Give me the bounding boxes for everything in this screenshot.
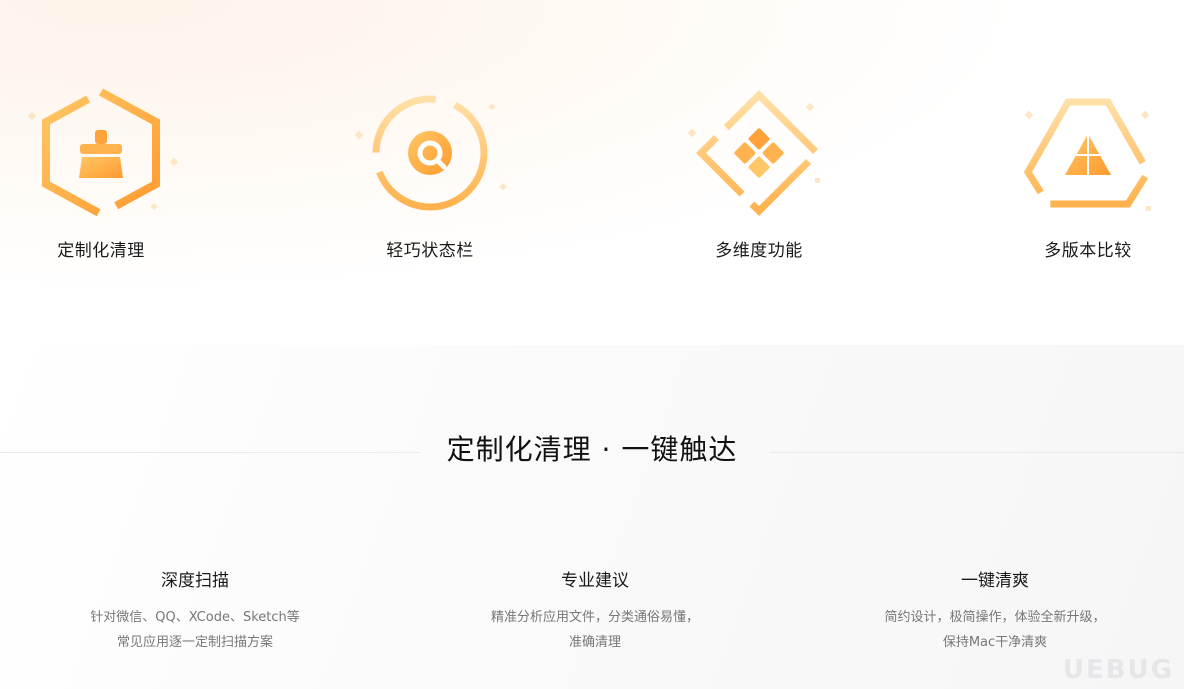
point-expert-advice: 专业建议 精准分析应用文件，分类通俗易懂， 准确清理 (415, 566, 775, 655)
feature-label: 轻巧状态栏 (386, 241, 474, 261)
point-desc-line1: 简约设计，极简操作，体验全新升级， (884, 610, 1106, 625)
feature-version-compare[interactable]: 多版本比较 (978, 80, 1184, 270)
point-title: 一键清爽 (961, 571, 1029, 591)
broom-hexagon-icon (27, 87, 179, 219)
feature-label: 定制化清理 (57, 241, 145, 261)
point-title: 深度扫描 (161, 571, 229, 591)
point-deep-scan: 深度扫描 针对微信、QQ、XCode、Sketch等 常见应用逐一定制扫描方案 (15, 566, 375, 655)
point-desc-line2: 准确清理 (568, 635, 621, 650)
point-desc-line1: 针对微信、QQ、XCode、Sketch等 (90, 610, 300, 625)
magnifier-circle-icon (354, 95, 507, 211)
point-desc-line2: 常见应用逐一定制扫描方案 (116, 635, 273, 650)
feature-multi-dimension[interactable]: 多维度功能 (649, 80, 869, 270)
point-desc-line2: 保持Mac干净清爽 (942, 635, 1048, 650)
section-title: 定制化清理 · 一键触达 (446, 433, 738, 466)
point-title: 专业建议 (561, 571, 629, 591)
feature-label: 多版本比较 (1044, 241, 1132, 261)
point-desc-line1: 精准分析应用文件，分类通俗易懂， (490, 610, 699, 625)
feature-label: 多维度功能 (715, 241, 803, 261)
feature-custom-clean[interactable]: 定制化清理 (0, 80, 211, 270)
triangle-layers-icon (1023, 98, 1153, 211)
feature-status-bar[interactable]: 轻巧状态栏 (320, 80, 540, 270)
point-one-click: 一键清爽 简约设计，极简操作，体验全新升级， 保持Mac干净清爽 (815, 566, 1175, 655)
watermark: UEBUG (1062, 655, 1174, 685)
diamond-grid-icon (687, 90, 822, 216)
